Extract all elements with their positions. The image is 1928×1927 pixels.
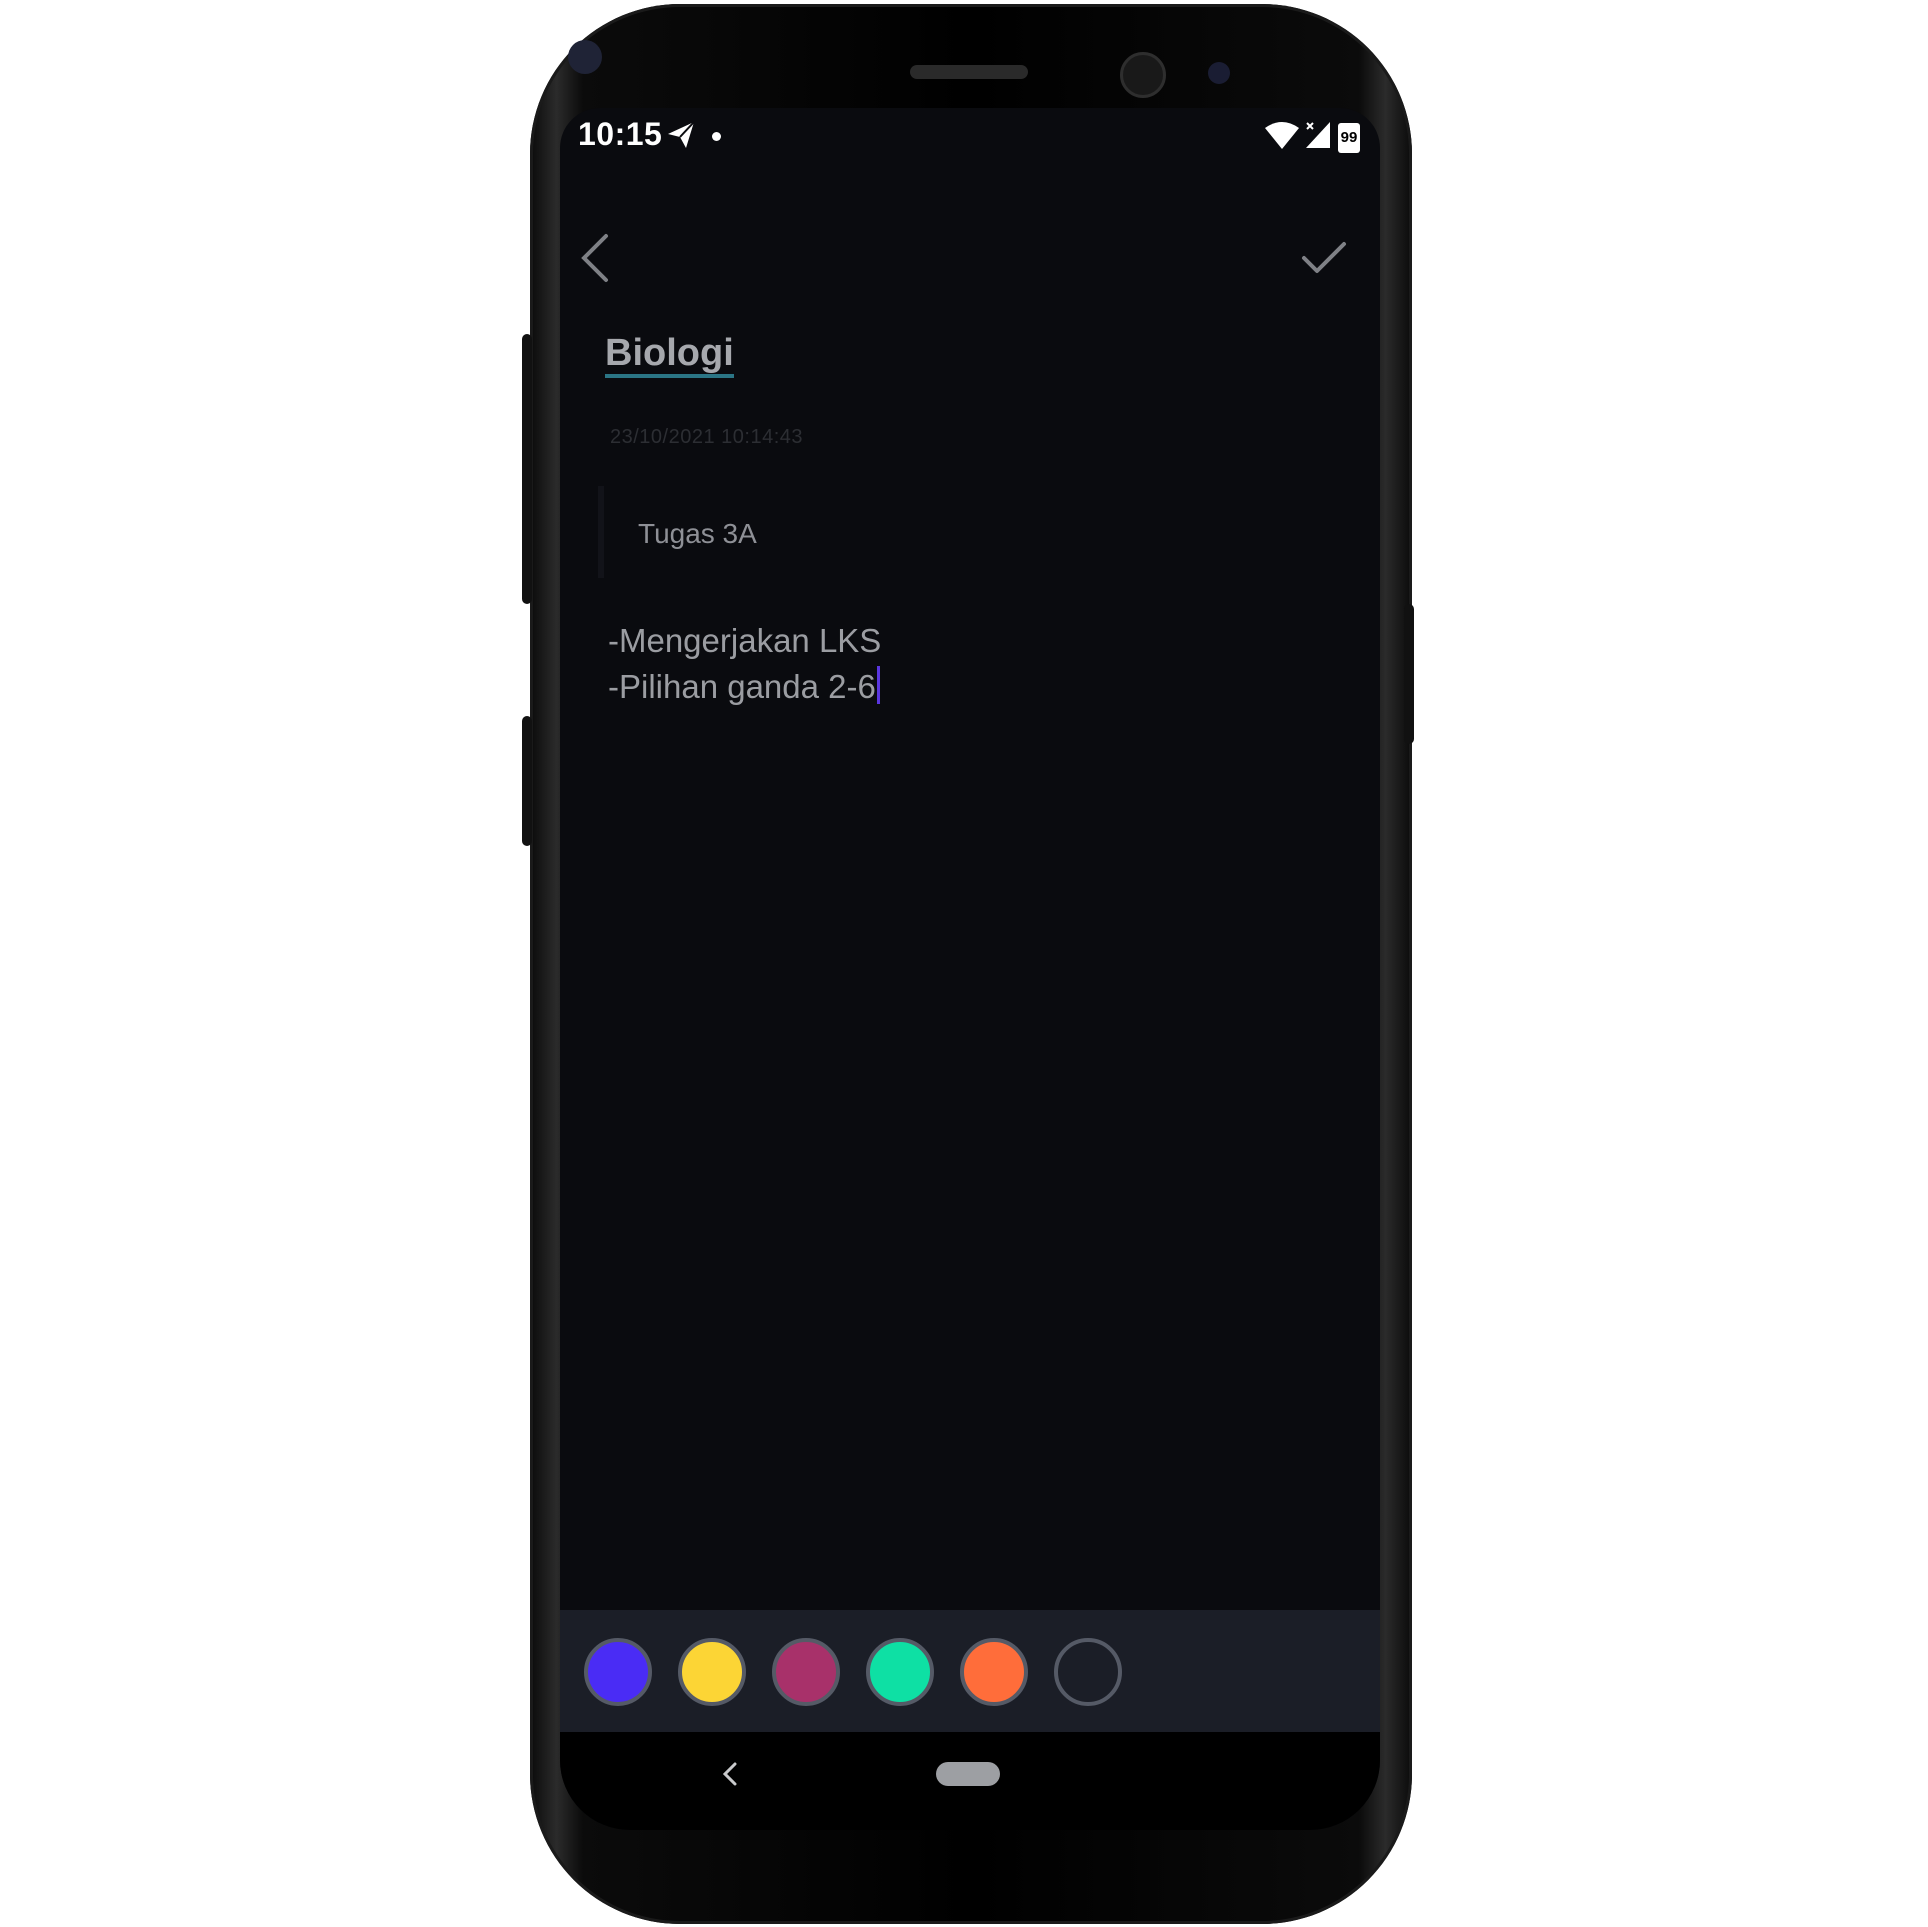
color-swatch-green[interactable] [866,1638,934,1706]
system-nav-bar [560,1732,1380,1830]
earpiece-speaker [910,65,1028,79]
status-icons: 99 [1264,120,1360,155]
text-cursor [876,666,880,704]
notification-dot-icon [712,132,721,141]
front-camera [1120,52,1166,98]
color-palette [560,1610,1380,1732]
chevron-left-icon [581,234,608,282]
wifi-icon [1264,120,1300,155]
note-body-line-active: -Pilihan ganda 2-6 [608,664,881,710]
iris-sensor [1208,62,1230,84]
status-bar: 10:15 99 [560,108,1380,164]
color-swatch-blue[interactable] [584,1638,652,1706]
status-time: 10:15 [578,116,663,152]
color-swatch-yellow[interactable] [678,1638,746,1706]
signal-icon [1304,120,1332,155]
checkmark-icon [1302,242,1346,273]
note-body-line: -Mengerjakan LKS [608,622,882,659]
nav-back-button[interactable] [710,1754,750,1794]
note-subtitle-block: Tugas 3A [598,486,904,578]
note-body-input[interactable]: -Mengerjakan LKS -Pilihan ganda 2-6 [608,618,881,710]
telegram-send-icon [666,120,696,155]
power-button [1404,604,1414,744]
note-subtitle-input[interactable]: Tugas 3A [638,518,757,550]
color-swatch-none[interactable] [1054,1638,1122,1706]
app-screen: 10:15 99 Biologi 23/10/2021 10:14:43 Tug… [560,108,1380,1830]
note-title-input[interactable]: Biologi [605,332,734,378]
save-button[interactable] [1284,218,1364,298]
battery-icon: 99 [1338,122,1360,153]
front-sensor [568,40,602,74]
color-swatch-orange[interactable] [960,1638,1028,1706]
note-date: 23/10/2021 10:14:43 [610,426,804,448]
note-body-line-text: -Pilihan ganda 2-6 [608,668,876,705]
bixby-button [522,716,532,846]
back-button[interactable] [560,218,636,298]
volume-button [522,334,532,604]
color-swatch-magenta[interactable] [772,1638,840,1706]
nav-back-icon [722,1762,737,1786]
home-pill-icon[interactable] [936,1762,1000,1786]
